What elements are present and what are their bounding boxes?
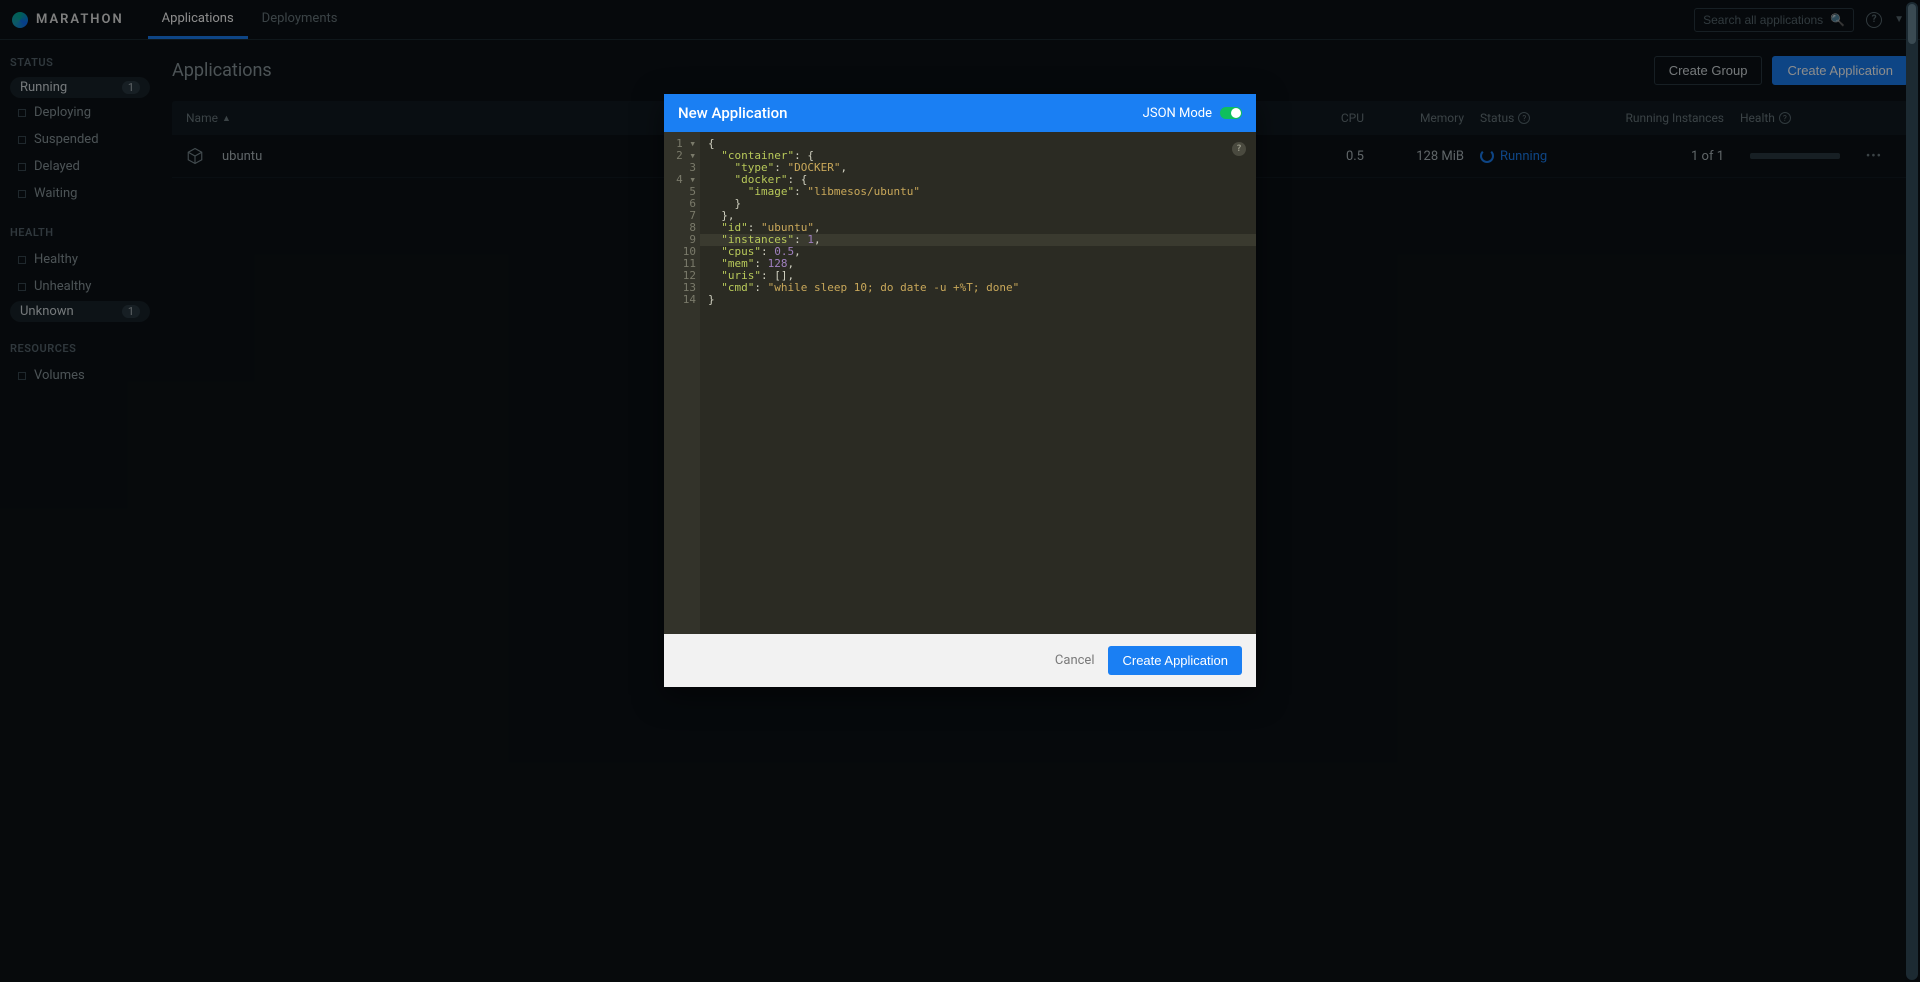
cancel-button[interactable]: Cancel [1055,653,1095,668]
editor-help-icon[interactable]: ? [1232,142,1246,156]
toggle-icon[interactable] [1220,107,1242,119]
modal-header: New Application JSON Mode [664,94,1256,132]
json-mode-toggle[interactable]: JSON Mode [1143,106,1242,121]
modal-overlay: New Application JSON Mode 1 ▾ 2 ▾ 3 4 ▾ … [0,0,1920,982]
new-application-modal: New Application JSON Mode 1 ▾ 2 ▾ 3 4 ▾ … [664,94,1256,687]
create-application-submit-button[interactable]: Create Application [1108,646,1242,675]
vertical-scrollbar[interactable] [1906,2,1918,980]
modal-footer: Cancel Create Application [664,634,1256,687]
modal-title: New Application [678,104,787,122]
json-editor[interactable]: 1 ▾ 2 ▾ 3 4 ▾ 5 6 7 8 9 10 11 12 13 14 {… [664,132,1256,634]
json-mode-label: JSON Mode [1143,106,1212,121]
scrollbar-thumb[interactable] [1908,4,1916,44]
line-gutter: 1 ▾ 2 ▾ 3 4 ▾ 5 6 7 8 9 10 11 12 13 14 [664,132,700,634]
code-area[interactable]: { "container": { "type": "DOCKER", "dock… [700,132,1256,634]
